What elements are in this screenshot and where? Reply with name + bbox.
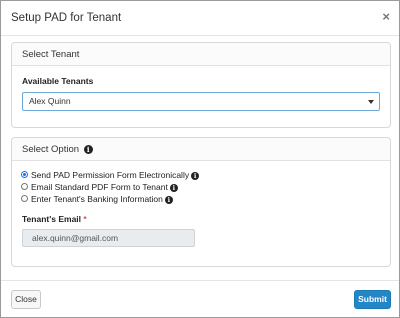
required-mark: * — [83, 214, 87, 224]
option-email-pdf-form[interactable]: Email Standard PDF Form to Tenant i — [21, 182, 178, 193]
radio-send-pad-electronically[interactable] — [21, 171, 28, 179]
option-enter-banking-info[interactable]: Enter Tenant's Banking Information i — [21, 194, 173, 205]
option-send-pad-electronically[interactable]: Send PAD Permission Form Electronically i — [21, 170, 200, 181]
info-circle-icon[interactable]: i — [169, 183, 178, 192]
select-option-heading-text: Select Option — [22, 144, 80, 155]
close-icon[interactable]: × — [382, 10, 390, 24]
info-circle-icon[interactable]: i — [83, 144, 93, 154]
option-label: Enter Tenant's Banking Information — [31, 194, 163, 204]
setup-pad-modal: Setup PAD for Tenant × Select Tenant Ava… — [0, 0, 400, 318]
select-option-panel: Select Option i Send PAD Permission Form… — [11, 137, 391, 267]
info-circle-icon[interactable]: i — [191, 171, 200, 180]
select-tenant-heading: Select Tenant — [12, 43, 390, 66]
modal-title: Setup PAD for Tenant — [11, 12, 122, 24]
available-tenants-label: Available Tenants — [22, 76, 94, 86]
tenant-email-label-text: Tenant's Email — [22, 214, 82, 224]
select-option-heading: Select Option i — [12, 138, 390, 161]
radio-email-pdf-form[interactable] — [21, 183, 28, 191]
tenant-email-label: Tenant's Email * — [22, 214, 87, 224]
tenant-select-value: Alex Quinn — [29, 96, 71, 106]
option-label: Send PAD Permission Form Electronically — [31, 170, 190, 180]
option-label: Email Standard PDF Form to Tenant — [31, 182, 168, 192]
select-tenant-panel: Select Tenant Available Tenants Alex Qui… — [11, 42, 391, 128]
footer-divider — [1, 280, 399, 281]
close-button[interactable]: Close — [11, 290, 41, 309]
submit-button[interactable]: Submit — [354, 290, 391, 309]
chevron-down-icon — [368, 100, 374, 104]
radio-enter-banking-info[interactable] — [21, 195, 28, 203]
tenant-email-field[interactable]: alex.quinn@gmail.com — [22, 229, 195, 247]
info-circle-icon[interactable]: i — [164, 195, 173, 204]
tenant-select[interactable]: Alex Quinn — [22, 92, 380, 111]
modal-header: Setup PAD for Tenant × — [1, 1, 399, 36]
